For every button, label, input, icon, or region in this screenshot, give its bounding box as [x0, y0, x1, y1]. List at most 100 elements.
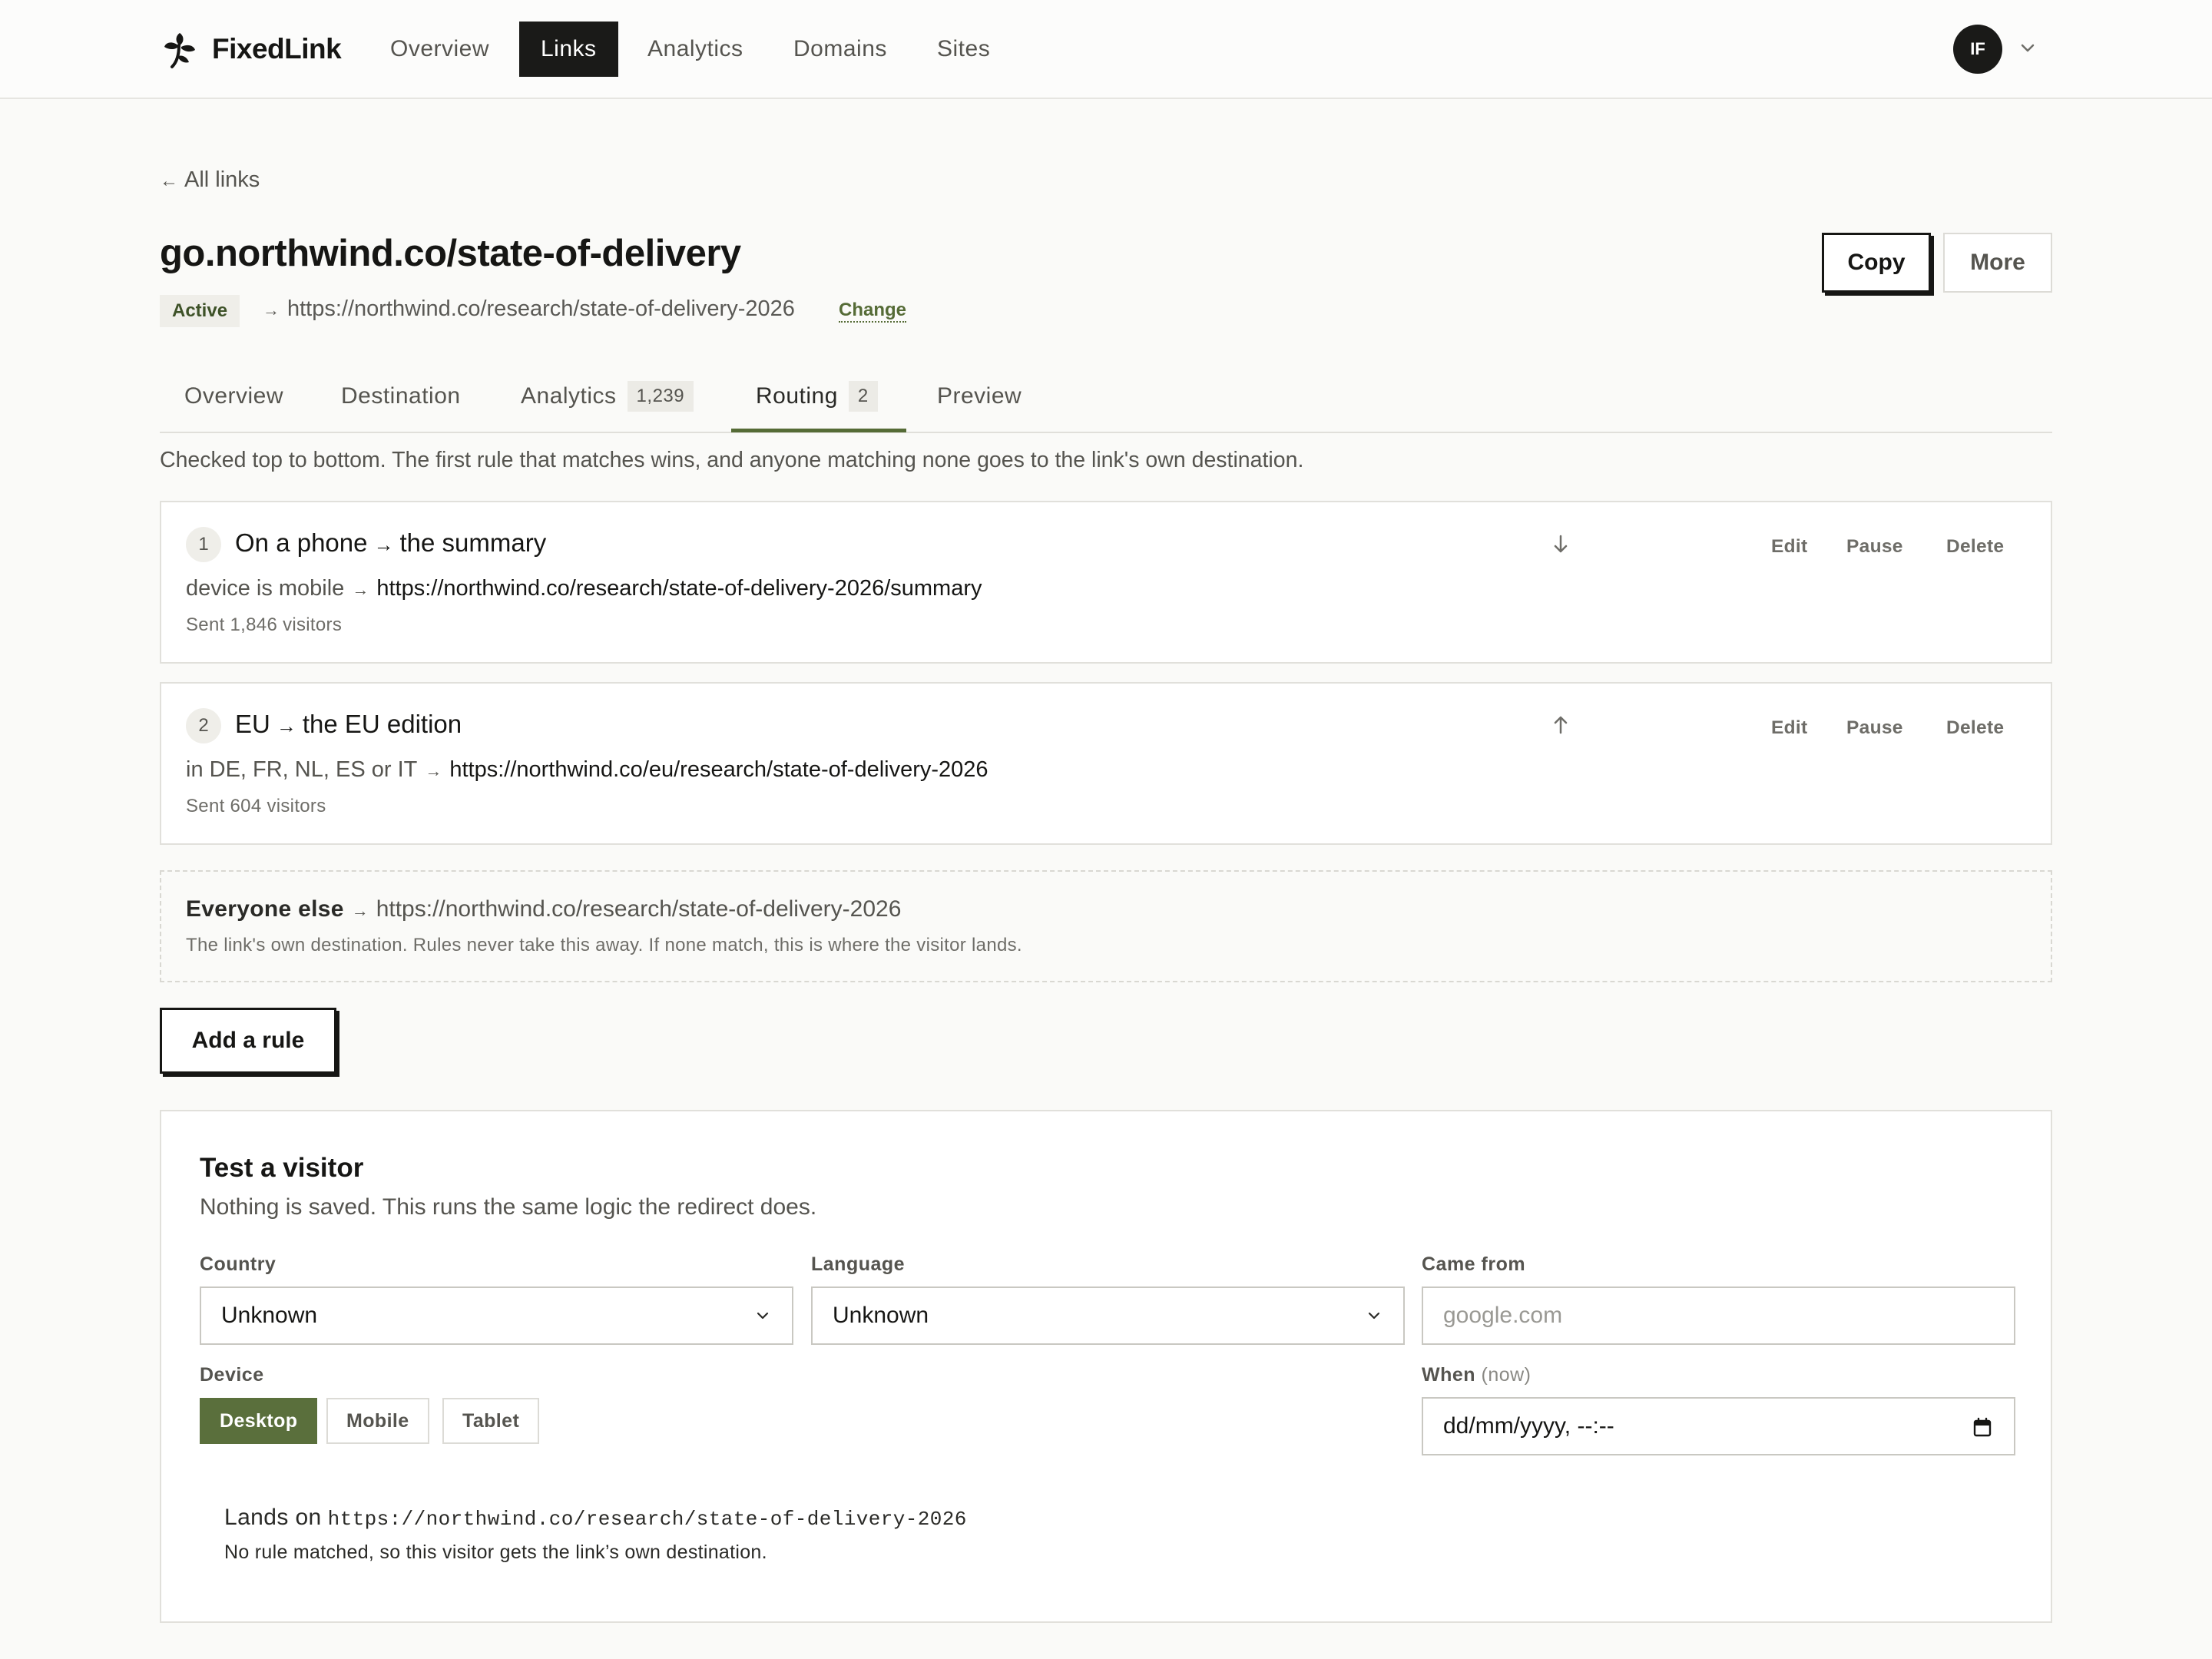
chevron-down-icon: [757, 1312, 769, 1320]
came-from-placeholder: google.com: [1443, 1303, 1563, 1328]
tab-label: Preview: [937, 383, 1022, 409]
rule-condition-name: On a phone: [235, 528, 368, 557]
rule-target-url: https://northwind.co/eu/research/state-o…: [449, 757, 988, 782]
chevron-down-icon[interactable]: [2017, 37, 2038, 58]
rule-condition-name: EU: [235, 710, 270, 738]
arrow-down-icon[interactable]: [1550, 531, 1571, 556]
change-destination-link[interactable]: Change: [839, 300, 907, 323]
device-option-mobile[interactable]: Mobile: [326, 1398, 429, 1444]
rule-card: 1 On a phone → the summary device is mobil…: [160, 501, 2052, 664]
rule-condition: in DE, FR, NL, ES or IT: [186, 757, 418, 782]
back-link-label: All links: [184, 167, 260, 192]
arrow-right-icon: →: [351, 901, 369, 920]
brand-leaf-icon: [164, 33, 195, 68]
result-label: Lands on: [224, 1505, 322, 1530]
brand-logo[interactable]: FixedLink: [161, 28, 342, 71]
fallback-title: Everyone else → https://northwind.co/resea…: [186, 896, 901, 922]
nav-sites[interactable]: Sites: [916, 22, 1012, 77]
edit-rule-button[interactable]: Edit: [1771, 536, 1807, 558]
arrow-right-icon: →: [373, 533, 394, 556]
result-line: Lands on https://northwind.co/research/st…: [224, 1505, 967, 1531]
rule-number: 1: [186, 527, 221, 562]
when-label-text: When: [1422, 1364, 1476, 1386]
result-note: No rule matched, so this visitor gets th…: [224, 1541, 767, 1563]
arrow-up-icon[interactable]: [1550, 713, 1571, 737]
came-from-input[interactable]: google.com: [1422, 1286, 2015, 1345]
fallback-note: The link's own destination. Rules never …: [186, 935, 1022, 955]
when-datetime-input[interactable]: dd/mm/yyyy, --:--: [1422, 1397, 2015, 1455]
test-panel-subtitle: Nothing is saved. This runs the same log…: [200, 1194, 817, 1220]
rule-title: On a phone → the summary: [235, 528, 546, 558]
tab-destination[interactable]: Destination: [341, 376, 461, 432]
device-option-desktop[interactable]: Desktop: [200, 1398, 318, 1444]
top-navigation-bar: FixedLink Overview Links Analytics Domai…: [0, 0, 2212, 99]
rule-condition: device is mobile: [186, 576, 345, 601]
calendar-icon[interactable]: [1971, 1416, 1994, 1439]
brand-name: FixedLink: [212, 33, 342, 65]
nav-overview[interactable]: Overview: [369, 22, 511, 77]
tab-label: Routing: [756, 383, 838, 409]
arrow-right-icon: →: [276, 714, 296, 737]
arrow-right-icon: →: [352, 580, 369, 599]
rule-number: 2: [186, 708, 221, 743]
chevron-down-icon: [1368, 1312, 1380, 1320]
pause-rule-button[interactable]: Pause: [1846, 536, 1903, 558]
more-button[interactable]: More: [1943, 233, 2052, 293]
tab-analytics[interactable]: Analytics 1,239: [521, 376, 694, 432]
tabs-divider: [160, 432, 2052, 433]
test-visitor-panel: Test a visitor Nothing is saved. This ru…: [160, 1110, 2052, 1623]
tab-count-badge: 1,239: [627, 381, 694, 412]
rule-target-name: the EU edition: [302, 710, 462, 738]
language-select[interactable]: Unknown: [811, 1286, 1405, 1345]
pause-rule-button[interactable]: Pause: [1846, 717, 1903, 739]
when-label-hint: (now): [1481, 1364, 1532, 1386]
routing-intro: Checked top to bottom. The first rule th…: [160, 448, 1304, 472]
tab-overview[interactable]: Overview: [184, 376, 283, 432]
fallback-label: Everyone else: [186, 896, 344, 922]
device-option-tablet[interactable]: Tablet: [442, 1398, 540, 1444]
back-link[interactable]: ← All links: [160, 167, 260, 193]
language-value: Unknown: [833, 1303, 929, 1328]
device-label: Device: [200, 1364, 264, 1386]
delete-rule-button[interactable]: Delete: [1946, 717, 2004, 739]
user-avatar[interactable]: IF: [1953, 25, 2002, 74]
rule-visitor-count: Sent 604 visitors: [186, 796, 326, 816]
rule-title: EU → the EU edition: [235, 710, 462, 739]
nav-domains[interactable]: Domains: [772, 22, 909, 77]
rule-condition-line: device is mobile → https://northwind.co/re…: [186, 576, 982, 601]
delete-rule-button[interactable]: Delete: [1946, 536, 2004, 558]
test-panel-title: Test a visitor: [200, 1153, 364, 1183]
tab-label: Destination: [341, 383, 461, 409]
rule-target-url: https://northwind.co/research/state-of-d…: [376, 576, 982, 601]
tab-routing[interactable]: Routing 2: [756, 376, 878, 432]
nav-analytics[interactable]: Analytics: [626, 22, 765, 77]
rule-target-name: the summary: [399, 528, 547, 557]
destination-line: → https://northwind.co/research/state-of-…: [263, 296, 795, 322]
arrow-right-icon: →: [425, 761, 442, 780]
country-label: Country: [200, 1253, 276, 1275]
active-tab-indicator: [731, 429, 906, 432]
when-label: When (now): [1422, 1364, 1532, 1386]
page-title: go.northwind.co/state-of-delivery: [160, 233, 741, 274]
language-label: Language: [811, 1253, 906, 1275]
arrow-right-icon: →: [263, 300, 280, 320]
add-rule-button[interactable]: Add a rule: [160, 1008, 336, 1074]
rule-visitor-count: Sent 1,846 visitors: [186, 614, 343, 635]
country-value: Unknown: [221, 1303, 318, 1328]
country-select[interactable]: Unknown: [200, 1286, 793, 1345]
destination-url: https://northwind.co/research/state-of-d…: [287, 296, 795, 321]
fallback-rule: Everyone else → https://northwind.co/resea…: [160, 870, 2052, 982]
copy-button[interactable]: Copy: [1822, 233, 1931, 293]
nav-links[interactable]: Links: [519, 22, 618, 77]
came-from-label: Came from: [1422, 1253, 1526, 1275]
rule-condition-line: in DE, FR, NL, ES or IT → https://northwin…: [186, 757, 988, 783]
tab-count-badge: 2: [848, 381, 878, 412]
when-value: dd/mm/yyyy, --:--: [1443, 1413, 1614, 1439]
edit-rule-button[interactable]: Edit: [1771, 717, 1807, 739]
fallback-url: https://northwind.co/research/state-of-d…: [376, 896, 902, 922]
rule-card: 2 EU → the EU edition in DE, FR, NL, ES or…: [160, 682, 2052, 845]
tab-preview[interactable]: Preview: [937, 376, 1022, 432]
arrow-left-icon: ←: [160, 171, 178, 191]
status-badge: Active: [160, 295, 240, 327]
tab-label: Overview: [184, 383, 284, 409]
